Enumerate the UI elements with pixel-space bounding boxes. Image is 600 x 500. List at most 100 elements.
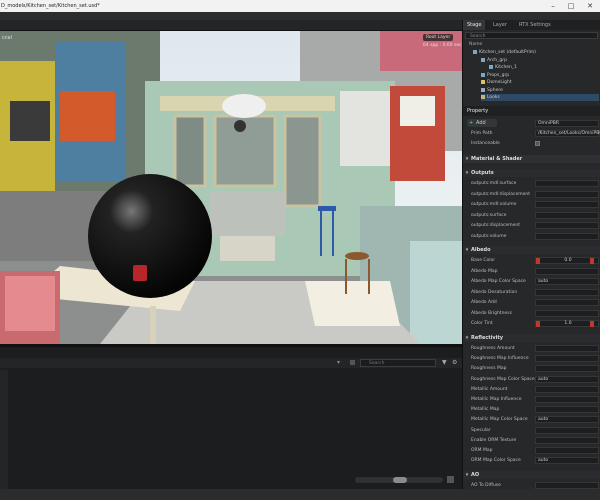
property-label: Albedo Map Color Space bbox=[471, 279, 526, 284]
camera-label: ccel bbox=[2, 35, 12, 41]
property-field[interactable] bbox=[535, 482, 599, 489]
property-field[interactable] bbox=[535, 365, 599, 373]
property-label: outputs:mdl:surface bbox=[471, 181, 517, 186]
property-label: ORM Map Color Space bbox=[471, 458, 521, 464]
prim-path-field[interactable]: /Kitchen_set/Looks/OmniPBR bbox=[535, 130, 600, 137]
window-title: D_models/Kitchen_set/Kitchen_set.usd* bbox=[1, 3, 100, 9]
property-field[interactable] bbox=[535, 436, 599, 444]
property-field[interactable]: auto bbox=[535, 278, 599, 285]
dropdown-icon[interactable]: ▾ bbox=[337, 359, 340, 366]
property-field[interactable] bbox=[535, 201, 599, 208]
stage-tabs: Stage Layer RTX Settings bbox=[463, 20, 600, 30]
property-field[interactable]: 1.0 bbox=[535, 320, 599, 327]
add-button[interactable]: + Add bbox=[467, 119, 497, 127]
property-field[interactable] bbox=[535, 299, 599, 306]
material-name-field[interactable]: OmniPBR bbox=[535, 120, 599, 127]
grid-view-icon[interactable] bbox=[447, 476, 454, 483]
section-title: Albedo bbox=[471, 247, 491, 253]
status-bar bbox=[0, 489, 600, 500]
property-label: AO To Diffuse bbox=[471, 483, 501, 488]
property-value: auto bbox=[538, 376, 549, 382]
tree-label: DomeLight bbox=[487, 80, 512, 85]
scene-render bbox=[0, 31, 462, 344]
property-field[interactable] bbox=[535, 267, 599, 275]
property-field[interactable] bbox=[535, 396, 599, 403]
property-field[interactable] bbox=[535, 232, 599, 240]
property-field[interactable] bbox=[535, 355, 599, 363]
color-swatch bbox=[536, 258, 540, 264]
xform-icon bbox=[481, 72, 485, 77]
property-field[interactable] bbox=[535, 309, 599, 317]
stage-search-input[interactable]: Search bbox=[465, 32, 598, 39]
panel-divider bbox=[0, 344, 462, 347]
color-swatch bbox=[590, 321, 594, 327]
tree-row-props-grp[interactable]: Props_grp bbox=[481, 72, 509, 79]
tree-row-kitchen-set[interactable]: Kitchen_set (defaultPrim) bbox=[473, 49, 536, 56]
property-field[interactable] bbox=[535, 345, 599, 352]
tree-row-kitchen-1[interactable]: Kitchen_1 bbox=[489, 64, 517, 71]
property-field[interactable] bbox=[535, 288, 599, 296]
property-label: Albedo Add bbox=[471, 300, 497, 305]
bookmark-icon[interactable] bbox=[350, 360, 355, 365]
filter-icon[interactable]: ▼ bbox=[442, 359, 447, 366]
gear-icon[interactable]: ⚙ bbox=[452, 359, 457, 366]
close-icon[interactable]: ✕ bbox=[582, 0, 598, 12]
property-value: auto bbox=[538, 417, 549, 423]
property-label: Color Tint bbox=[471, 321, 493, 326]
zoom-slider[interactable] bbox=[355, 477, 443, 483]
property-field[interactable]: 0.0 bbox=[535, 257, 599, 264]
xform-icon bbox=[481, 57, 485, 62]
property-label: Albedo Map bbox=[471, 268, 498, 274]
property-field[interactable]: auto bbox=[535, 457, 599, 465]
maximize-icon[interactable]: □ bbox=[563, 0, 579, 12]
section-albedo[interactable]: ▾ Albedo bbox=[463, 246, 600, 254]
tree-row-looks[interactable]: Looks bbox=[481, 94, 599, 101]
property-label: Metallic Map Color Space bbox=[471, 417, 528, 423]
property-value: 0.0 bbox=[564, 258, 572, 263]
section-material-shader[interactable]: ▾ Material & Shader bbox=[463, 155, 600, 163]
minimize-icon[interactable]: – bbox=[545, 0, 561, 12]
content-search-input[interactable]: Search bbox=[360, 359, 436, 367]
viewport[interactable]: ccel Root Layer 64 spp : 0.60 sec bbox=[0, 31, 462, 344]
instanceable-checkbox[interactable] bbox=[535, 141, 540, 146]
zoom-slider-handle[interactable] bbox=[393, 477, 407, 483]
collapse-icon: ▾ bbox=[465, 247, 469, 253]
property-field[interactable] bbox=[535, 180, 599, 187]
tab-rtx-settings[interactable]: RTX Settings bbox=[515, 20, 555, 30]
tree-label: Props_grp bbox=[487, 73, 510, 78]
root-layer-button[interactable]: Root Layer bbox=[423, 34, 454, 41]
column-name: Name bbox=[469, 42, 483, 47]
property-label: Albedo Brightness bbox=[471, 310, 512, 316]
color-swatch bbox=[590, 258, 594, 264]
left-gutter bbox=[0, 370, 8, 489]
bottom-panel: ▾ Search ▼ ⚙ bbox=[0, 344, 462, 489]
property-field[interactable]: auto bbox=[535, 416, 599, 424]
tab-layer[interactable]: Layer bbox=[489, 20, 511, 30]
property-field[interactable] bbox=[535, 426, 599, 434]
property-label: Roughness Map Color Space bbox=[471, 376, 535, 382]
color-swatch bbox=[536, 321, 540, 327]
window-titlebar: D_models/Kitchen_set/Kitchen_set.usd* – … bbox=[0, 0, 600, 12]
property-field[interactable] bbox=[535, 385, 599, 393]
tree-row-sphere[interactable]: Sphere bbox=[481, 87, 503, 94]
tab-stage[interactable]: Stage bbox=[463, 20, 486, 30]
property-field[interactable] bbox=[535, 222, 599, 229]
property-value: 1.0 bbox=[564, 321, 572, 326]
section-reflectivity[interactable]: ▾ Reflectivity bbox=[463, 334, 600, 342]
property-label: Base Color bbox=[471, 258, 496, 263]
property-field[interactable] bbox=[535, 190, 599, 198]
property-field[interactable] bbox=[535, 447, 599, 454]
property-field[interactable] bbox=[535, 211, 599, 219]
property-label: Roughness Map bbox=[471, 366, 507, 372]
property-value: auto bbox=[538, 458, 549, 464]
tree-row-arch-grp[interactable]: Arch_grp bbox=[481, 57, 507, 64]
property-label: Metallic Amount bbox=[471, 386, 508, 392]
tree-label: Arch_grp bbox=[487, 58, 507, 63]
section-ao[interactable]: ▾ AO bbox=[463, 471, 600, 479]
property-field[interactable] bbox=[535, 406, 599, 414]
section-outputs[interactable]: ▾ Outputs bbox=[463, 169, 600, 177]
property-field[interactable]: auto bbox=[535, 375, 599, 383]
tree-row-domelight[interactable]: DomeLight bbox=[481, 79, 512, 86]
property-label: Metallic Map Influence bbox=[471, 397, 522, 402]
tree-label: Looks bbox=[487, 95, 500, 100]
